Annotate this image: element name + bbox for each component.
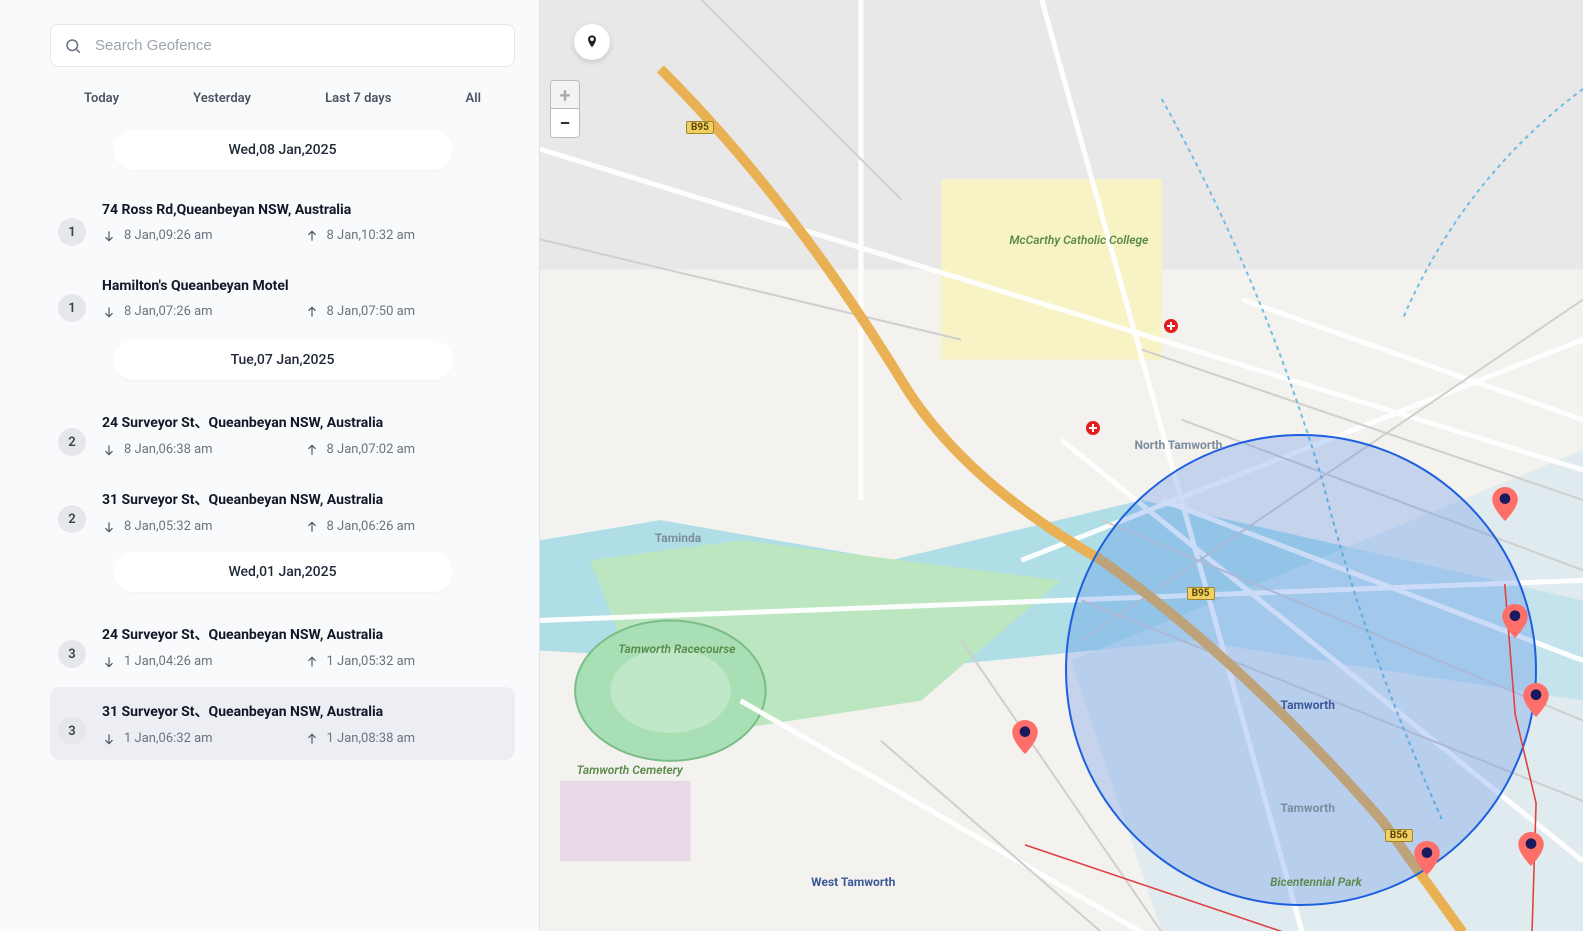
entry-time-out: 8 Jan,07:50 am: [305, 304, 508, 319]
date-pill: Tue,07 Jan,2025: [113, 340, 453, 380]
entry-time-out: 8 Jan,07:02 am: [305, 442, 508, 457]
zoom-out-button[interactable]: −: [551, 109, 579, 137]
map-label-tamworth: Tamworth: [1281, 698, 1335, 712]
entry-title: 31 Surveyor St、Queanbeyan NSW, Australia: [102, 489, 507, 509]
entry-badge: 3: [58, 640, 86, 668]
map-marker[interactable]: [1523, 683, 1549, 717]
entry-time-in: 8 Jan,09:26 am: [102, 228, 305, 243]
entry-title: 24 Surveyor St、Queanbeyan NSW, Australia: [102, 624, 507, 644]
map-panel[interactable]: McCarthy Catholic College North Tamworth…: [540, 0, 1583, 931]
arrow-down-icon: [102, 732, 116, 746]
search-icon: [64, 37, 82, 55]
entry-time-out: 1 Jan,08:38 am: [305, 731, 508, 746]
entry-badge: 1: [58, 218, 86, 246]
hospital-icon: [1164, 319, 1178, 333]
search-input[interactable]: [50, 24, 515, 67]
tab-all[interactable]: All: [462, 85, 485, 112]
entry-badge: 3: [58, 717, 86, 745]
geofence-entry[interactable]: 2 24 Surveyor St、Queanbeyan NSW, Australi…: [50, 398, 515, 471]
tab-last-7-days[interactable]: Last 7 days: [321, 85, 395, 112]
arrow-down-icon: [102, 443, 116, 457]
map-marker[interactable]: [1012, 720, 1038, 754]
map-marker[interactable]: [1502, 604, 1528, 638]
locate-button[interactable]: [574, 24, 610, 60]
arrow-down-icon: [102, 655, 116, 669]
entry-time-in: 1 Jan,04:26 am: [102, 654, 305, 669]
arrow-up-icon: [305, 520, 319, 534]
entry-time-in: 1 Jan,06:32 am: [102, 731, 305, 746]
entry-title: Hamilton's Queanbeyan Motel: [102, 278, 507, 294]
entry-badge: 2: [58, 505, 86, 533]
date-pill: Wed,01 Jan,2025: [113, 552, 453, 592]
hospital-icon: [1086, 421, 1100, 435]
map-marker[interactable]: [1518, 832, 1544, 866]
map-label-north-tamworth: North Tamworth: [1135, 438, 1223, 452]
arrow-down-icon: [102, 520, 116, 534]
arrow-up-icon: [305, 655, 319, 669]
tab-yesterday[interactable]: Yesterday: [189, 85, 255, 112]
map-label-taminda: Taminda: [655, 531, 701, 545]
date-tabs: Today Yesterday Last 7 days All: [50, 85, 515, 112]
map-label-cemetery: Tamworth Cemetery: [577, 763, 657, 777]
geofence-entry[interactable]: 3 24 Surveyor St、Queanbeyan NSW, Australi…: [50, 610, 515, 683]
entry-title: 24 Surveyor St、Queanbeyan NSW, Australia: [102, 412, 507, 432]
date-pill: Wed,08 Jan,2025: [113, 130, 453, 170]
zoom-in-button[interactable]: +: [551, 81, 579, 109]
geofence-circle: [1065, 434, 1537, 906]
entry-time-in: 8 Jan,05:32 am: [102, 519, 305, 534]
entry-time-in: 8 Jan,06:38 am: [102, 442, 305, 457]
map-label-racecourse: Tamworth Racecourse: [618, 642, 708, 656]
arrow-down-icon: [102, 229, 116, 243]
map-marker[interactable]: [1492, 487, 1518, 521]
arrow-up-icon: [305, 443, 319, 457]
road-badge-b56: B56: [1385, 829, 1413, 842]
sidebar-panel: Today Yesterday Last 7 days All Wed,08 J…: [0, 0, 540, 931]
geofence-entry[interactable]: 1 Hamilton's Queanbeyan Motel 8 Jan,07:26 …: [50, 264, 515, 336]
zoom-controls: + −: [550, 80, 580, 138]
entry-title: 31 Surveyor St、Queanbeyan NSW, Australia: [102, 701, 507, 721]
entry-badge: 1: [58, 294, 86, 322]
road-badge-b95b: B95: [1187, 587, 1215, 600]
geofence-entry[interactable]: 2 31 Surveyor St、Queanbeyan NSW, Australi…: [50, 475, 515, 548]
entry-time-out: 8 Jan,10:32 am: [305, 228, 508, 243]
map-label-tamworth2: Tamworth: [1281, 801, 1335, 815]
map-marker[interactable]: [1414, 841, 1440, 875]
map-label-west-tamworth: West Tamworth: [811, 875, 895, 889]
map-label-bicentennial: Bicentennial Park: [1270, 875, 1360, 889]
geofence-entry[interactable]: 3 31 Surveyor St、Queanbeyan NSW, Australi…: [50, 687, 515, 760]
entry-time-out: 8 Jan,06:26 am: [305, 519, 508, 534]
arrow-up-icon: [305, 305, 319, 319]
pin-icon: [584, 34, 600, 50]
map-label-college: McCarthy Catholic College: [1009, 233, 1099, 247]
entry-time-out: 1 Jan,05:32 am: [305, 654, 508, 669]
entry-title: 74 Ross Rd,Queanbeyan NSW, Australia: [102, 202, 507, 218]
entry-time-in: 8 Jan,07:26 am: [102, 304, 305, 319]
arrow-down-icon: [102, 305, 116, 319]
geofence-entry[interactable]: 1 74 Ross Rd,Queanbeyan NSW, Australia 8 J…: [50, 188, 515, 260]
road-badge-b95a: B95: [686, 121, 714, 134]
tab-today[interactable]: Today: [80, 85, 123, 112]
arrow-up-icon: [305, 229, 319, 243]
arrow-up-icon: [305, 732, 319, 746]
search-field[interactable]: [50, 24, 515, 67]
entry-badge: 2: [58, 428, 86, 456]
